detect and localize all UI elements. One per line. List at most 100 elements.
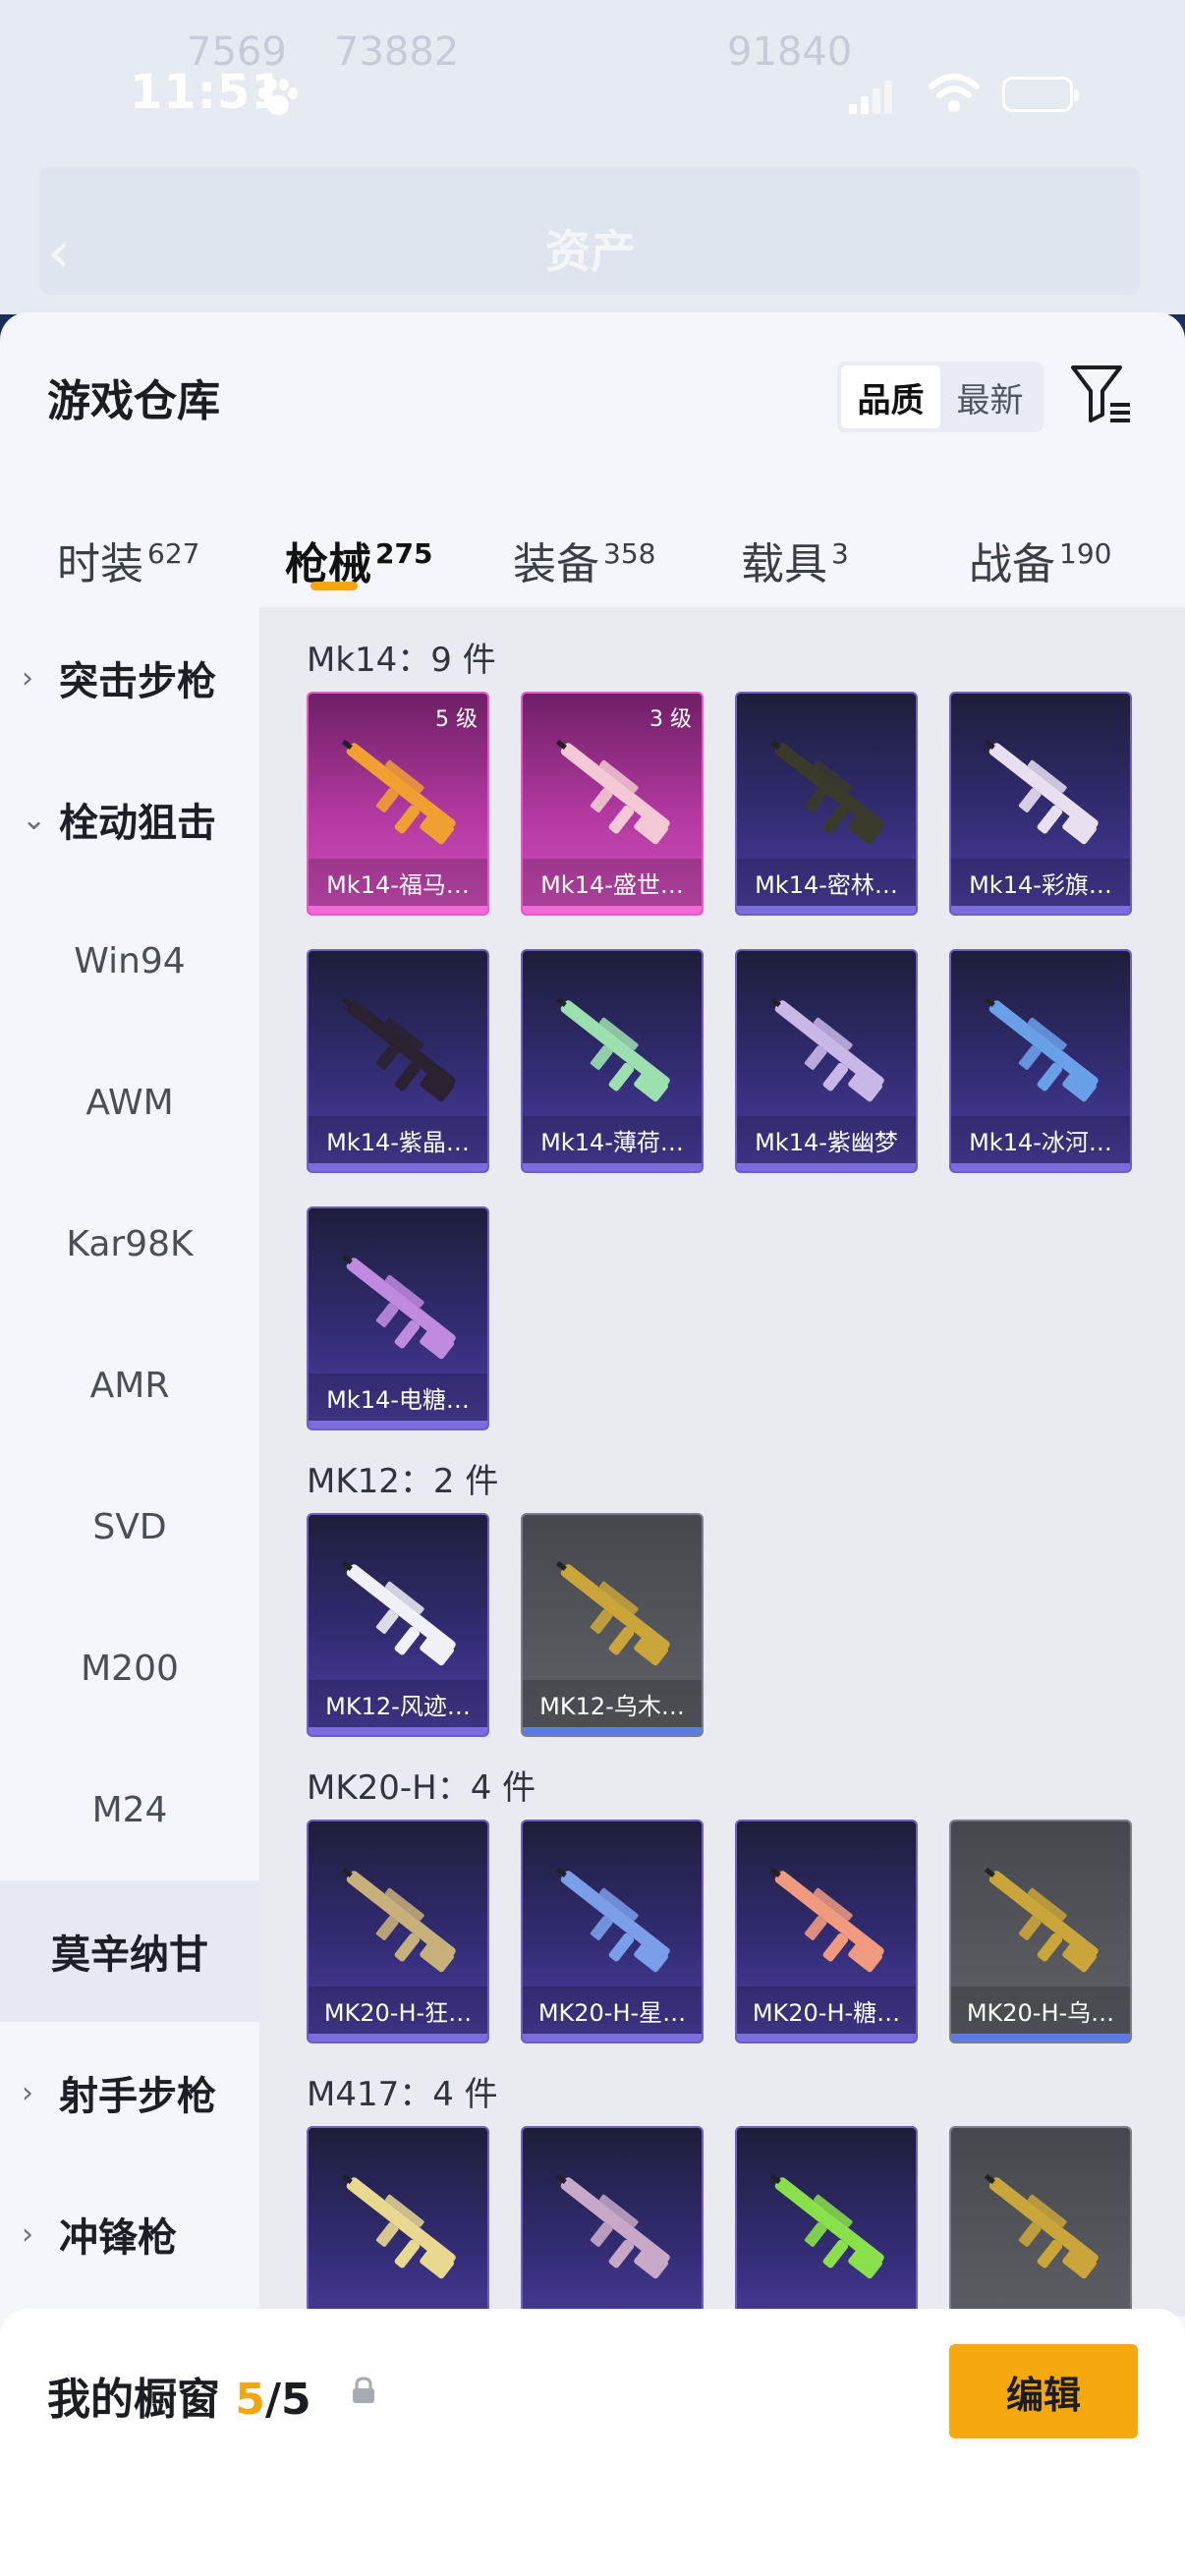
filter-icon[interactable]: [1069, 362, 1134, 426]
rifle-icon: [341, 1560, 456, 1666]
rifle-icon: [341, 996, 456, 1102]
weapon-card[interactable]: MK20-H-狂…: [307, 1820, 489, 2044]
rifle-icon: [555, 739, 670, 845]
weapon-card[interactable]: Mk14-紫幽梦: [735, 949, 918, 1173]
weapon-name: Mk14-福马…: [309, 859, 487, 906]
sidebar-item-label: 栓动狙击: [59, 801, 216, 846]
rifle-icon: [341, 1867, 456, 1973]
tab-label: 载具: [741, 539, 827, 589]
weapon-grid: Mk14：9 件 5 级 Mk14-福马… 3 级 Mk14-盛世… Mk14-密林… Mk…: [259, 607, 1185, 2317]
weapon-card[interactable]: MK20-H-星…: [521, 1820, 704, 2044]
rarity-bar: [309, 1727, 487, 1735]
rifle-icon: [984, 2173, 1099, 2279]
bg-page-title: 资产: [545, 225, 636, 278]
weapon-card[interactable]: MK12-风迹…: [307, 1513, 489, 1737]
weapon-card[interactable]: MK20-H-乌…: [949, 1820, 1132, 2044]
rifle-icon: [341, 739, 456, 845]
tab-count: 358: [603, 537, 656, 571]
active-tab-indicator: [310, 582, 358, 590]
sort-newest-button[interactable]: 最新: [940, 365, 1040, 428]
sheet-title: 游戏仓库: [47, 376, 220, 426]
sidebar-item[interactable]: AWM: [0, 1032, 259, 1173]
sidebar-category[interactable]: › 射手步枪: [0, 2022, 259, 2163]
chevron-right-icon: ›: [22, 2216, 33, 2252]
tab-count: 190: [1059, 537, 1112, 571]
weapon-card[interactable]: Mk14-紫晶…: [307, 949, 489, 1173]
tab-firearms[interactable]: 枪械 275: [285, 529, 432, 591]
rarity-bar: [523, 1727, 702, 1735]
weapon-card[interactable]: Mk14-冰河…: [949, 949, 1132, 1173]
rifle-icon: [769, 996, 884, 1102]
lock-icon: [353, 2377, 374, 2403]
sidebar-item-label: M24: [91, 1789, 168, 1830]
weapon-name: MK12-乌木…: [523, 1680, 702, 1727]
showcase-max: 5: [281, 2375, 311, 2425]
warehouse-sheet: 游戏仓库 品质 最新 时装 627 枪械 275 装备 358 载具 3 战备 190 ›…: [0, 312, 1185, 2576]
weapon-card[interactable]: [307, 2126, 489, 2317]
sort-toggle: 品质 最新: [837, 362, 1044, 432]
tab-count: 275: [375, 537, 433, 571]
rifle-icon: [341, 1254, 456, 1360]
section-title: Mk14：9 件: [307, 641, 496, 680]
sidebar-item[interactable]: M200: [0, 1597, 259, 1739]
sidebar-category[interactable]: › 突击步枪: [0, 607, 259, 749]
sidebar-item[interactable]: SVD: [0, 1456, 259, 1597]
sidebar-item[interactable]: 莫辛纳甘: [0, 1880, 259, 2022]
rifle-icon: [341, 2173, 456, 2279]
weapon-card[interactable]: Mk14-密林…: [735, 692, 918, 916]
weapon-name: Mk14-彩旗…: [951, 859, 1130, 906]
rarity-bar: [951, 1163, 1130, 1171]
weapon-card[interactable]: [521, 2126, 704, 2317]
rifle-icon: [769, 1867, 884, 1973]
tab-fashion[interactable]: 时装 627: [57, 529, 199, 591]
tab-equipment[interactable]: 装备 358: [513, 529, 655, 591]
sidebar-item-label: 冲锋枪: [59, 2215, 177, 2261]
rarity-bar: [309, 1421, 487, 1428]
rifle-icon: [769, 739, 884, 845]
weapon-card[interactable]: Mk14-电糖…: [307, 1206, 489, 1430]
weapon-card[interactable]: [949, 2126, 1132, 2317]
sidebar-item-label: SVD: [92, 1506, 167, 1547]
rarity-bar: [523, 1163, 702, 1171]
weapon-name: MK12-风迹…: [309, 1680, 487, 1727]
weapon-card[interactable]: MK12-乌木…: [521, 1513, 704, 1737]
sidebar-item[interactable]: M24: [0, 1739, 259, 1880]
edit-button[interactable]: 编辑: [949, 2344, 1138, 2438]
weapon-name: Mk14-薄荷…: [523, 1116, 702, 1163]
rifle-icon: [555, 1560, 670, 1666]
weapon-card[interactable]: 5 级 Mk14-福马…: [307, 692, 489, 916]
level-badge: 3 级: [649, 707, 692, 732]
sidebar-item[interactable]: Win94: [0, 890, 259, 1032]
weapon-card[interactable]: 3 级 Mk14-盛世…: [521, 692, 704, 916]
rifle-icon: [555, 2173, 670, 2279]
weapon-card[interactable]: MK20-H-糖…: [735, 1820, 918, 2044]
weapon-card[interactable]: Mk14-薄荷…: [521, 949, 704, 1173]
rifle-icon: [984, 739, 1099, 845]
sort-quality-button[interactable]: 品质: [841, 365, 940, 428]
sidebar-item[interactable]: Kar98K: [0, 1173, 259, 1315]
rifle-icon: [984, 1867, 1099, 1973]
section-title: MK20-H：4 件: [307, 1768, 536, 1808]
weapon-name: Mk14-密林…: [737, 859, 916, 906]
sidebar-item-label: AMR: [89, 1365, 170, 1406]
weapon-name: MK20-H-糖…: [737, 1987, 916, 2034]
rarity-bar: [951, 2034, 1130, 2042]
back-icon[interactable]: ‹: [47, 218, 71, 287]
sidebar-category[interactable]: › 冲锋枪: [0, 2163, 259, 2305]
weapon-name: MK20-H-星…: [523, 1987, 702, 2034]
tab-tactical[interactable]: 战备 190: [969, 529, 1111, 591]
weapon-card[interactable]: Mk14-彩旗…: [949, 692, 1132, 916]
sidebar-item[interactable]: AMR: [0, 1315, 259, 1456]
showcase-separator: /: [264, 2375, 282, 2425]
sidebar-category[interactable]: ⌄ 栓动狙击: [0, 749, 259, 890]
tab-label: 时装: [57, 539, 143, 589]
status-bar: 11:51: [0, 0, 1185, 196]
sidebar-item-label: AWM: [85, 1082, 174, 1123]
section-title: MK12：2 件: [307, 1462, 499, 1501]
sidebar-item-label: M200: [81, 1648, 179, 1689]
weapon-name: Mk14-紫晶…: [309, 1116, 487, 1163]
weapon-name: MK20-H-乌…: [951, 1987, 1130, 2034]
weapon-card[interactable]: [735, 2126, 918, 2317]
tab-vehicles[interactable]: 载具 3: [741, 529, 849, 591]
rarity-bar: [309, 906, 487, 914]
